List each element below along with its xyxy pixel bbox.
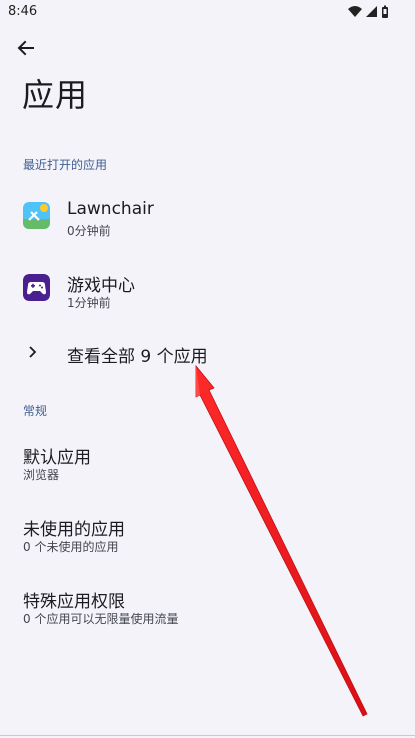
unused-apps-subtitle: 0 个未使用的应用 <box>23 540 119 554</box>
game-center-icon <box>23 274 50 301</box>
recent-app-time: 1分钟前 <box>67 296 111 310</box>
recent-app-row-lawnchair[interactable]: Lawnchair 0分钟前 <box>0 190 415 248</box>
unused-apps-title: 未使用的应用 <box>23 520 125 540</box>
lawnchair-icon <box>23 202 50 229</box>
battery-icon <box>382 5 388 18</box>
recent-apps-header: 最近打开的应用 <box>23 158 108 172</box>
page-title: 应用 <box>22 76 89 114</box>
recent-app-row-game-center[interactable]: 游戏中心 1分钟前 <box>0 262 415 320</box>
status-bar: 8:46 <box>0 0 415 24</box>
back-button[interactable] <box>12 34 40 62</box>
apps-settings-screen: 8:46 应用 最近打开的应用 Lawnchair 0分钟前 游戏中心 1分钟前… <box>0 0 415 738</box>
default-apps-subtitle: 浏览器 <box>23 468 60 482</box>
special-app-access-subtitle: 0 个应用可以无限量使用流量 <box>23 612 179 626</box>
chevron-right-icon <box>29 346 37 358</box>
wifi-icon <box>348 6 362 17</box>
see-all-apps-label: 查看全部 9 个应用 <box>67 347 208 367</box>
unused-apps-item[interactable]: 未使用的应用 0 个未使用的应用 <box>0 506 415 562</box>
general-header: 常规 <box>23 404 48 418</box>
arrow-left-icon <box>17 40 34 56</box>
recent-app-time: 0分钟前 <box>67 224 111 238</box>
see-all-apps-button[interactable]: 查看全部 9 个应用 <box>0 334 415 374</box>
default-apps-item[interactable]: 默认应用 浏览器 <box>0 434 415 490</box>
bottom-divider <box>0 735 415 736</box>
recent-app-name: 游戏中心 <box>67 276 135 296</box>
default-apps-title: 默认应用 <box>23 448 91 468</box>
signal-icon <box>366 6 377 17</box>
status-icons <box>347 4 391 20</box>
status-time: 8:46 <box>8 4 38 19</box>
special-app-access-item[interactable]: 特殊应用权限 0 个应用可以无限量使用流量 <box>0 578 415 634</box>
special-app-access-title: 特殊应用权限 <box>23 592 125 612</box>
recent-app-name: Lawnchair <box>67 199 154 219</box>
